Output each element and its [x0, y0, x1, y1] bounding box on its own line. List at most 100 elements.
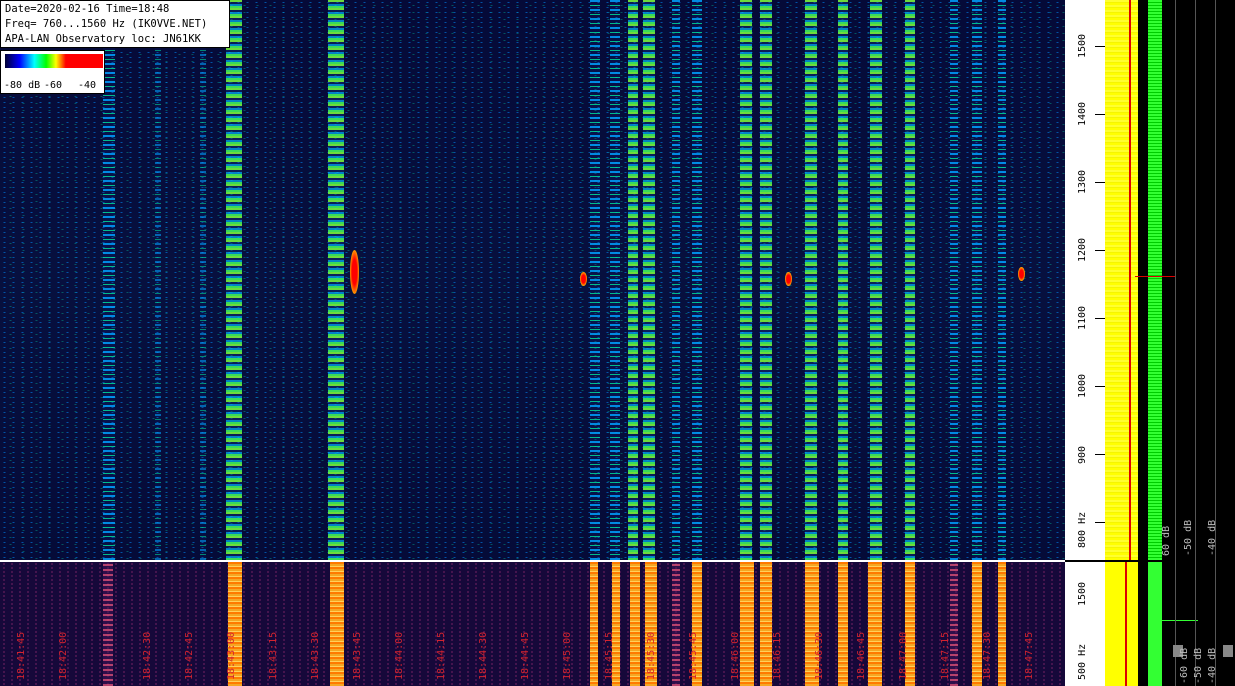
time-label: 18:45:30: [646, 631, 657, 680]
time-label: 18:44:00: [394, 631, 405, 680]
colorbar-label-max: -40: [78, 80, 97, 91]
signal-band: [740, 0, 752, 560]
axis-tick: [1095, 386, 1105, 387]
freq-tick-label: 1200: [1077, 237, 1088, 262]
spectrum-trace-green: [1148, 0, 1162, 560]
meteor-echo: [350, 250, 359, 294]
signal-band: [950, 0, 958, 560]
average-trace-red: [1129, 0, 1131, 560]
signal-band: [760, 562, 772, 686]
signal-band: [740, 562, 754, 686]
db-gridline: [1195, 0, 1196, 686]
peak-marker: [1135, 276, 1175, 277]
signal-band: [905, 0, 915, 560]
time-label: 18:44:45: [520, 631, 531, 680]
signal-band: [330, 562, 344, 686]
signal-band: [643, 0, 655, 560]
signal-band: [972, 0, 982, 560]
signal-band: [972, 562, 982, 686]
freq-tick-label: 1300: [1077, 169, 1088, 194]
time-label: 18:47:15: [940, 631, 951, 680]
signal-band: [998, 562, 1006, 686]
signal-band: [868, 562, 882, 686]
spectrum-panel: 1500 1400 1300 1200 1100 1000 900 800 Hz…: [1065, 0, 1235, 686]
frequency-line: Freq= 760...1560 Hz (IK0VVE.NET): [5, 18, 208, 30]
signal-band: [838, 562, 848, 686]
spectrum-trace-yellow: [1105, 562, 1138, 686]
axis-tick: [1095, 250, 1105, 251]
date-time-line: Date=2020-02-16 Time=18:48: [5, 3, 170, 15]
time-label: 18:43:30: [310, 631, 321, 680]
db-gridline: [1215, 0, 1216, 686]
signal-band: [590, 562, 598, 686]
time-label: 18:41:45: [16, 631, 27, 680]
time-label: 18:42:45: [184, 631, 195, 680]
observatory-line: APA-LAN Observatory loc: JN61KK: [5, 33, 201, 45]
signal-band: [226, 0, 242, 560]
colorbar-legend: -80 dB -60 -40: [0, 50, 105, 94]
meteor-echo: [580, 272, 587, 286]
time-label: 18:44:15: [436, 631, 447, 680]
signal-band: [610, 0, 620, 560]
axis-tick: [1095, 46, 1105, 47]
db-label: -50 dB: [1183, 519, 1194, 556]
time-label: 18:46:00: [730, 631, 741, 680]
time-label: 18:46:15: [772, 631, 783, 680]
freq-tick-label: 1000: [1077, 373, 1088, 398]
time-label: 18:43:00: [226, 631, 237, 680]
signal-band: [200, 0, 206, 560]
time-label: 18:42:30: [142, 631, 153, 680]
signal-band: [838, 0, 848, 560]
time-label: 18:45:15: [604, 631, 615, 680]
time-label: 18:43:45: [352, 631, 363, 680]
freq-tick-label: 1400: [1077, 101, 1088, 126]
time-label: 18:45:00: [562, 631, 573, 680]
axis-tick: [1095, 522, 1105, 523]
db-label: -40 dB: [1207, 647, 1218, 684]
meteor-echo: [1018, 267, 1025, 281]
signal-band: [692, 0, 702, 560]
signal-band: [805, 0, 817, 560]
freq-tick-label: 1100: [1077, 305, 1088, 330]
spectrum-trace-green: [1148, 562, 1162, 686]
time-label: 18:47:30: [982, 631, 993, 680]
db-label: -40 dB: [1207, 519, 1218, 556]
frequency-axis: 1500 1400 1300 1200 1100 1000 900 800 Hz: [1065, 0, 1105, 560]
signal-band: [760, 0, 772, 560]
peak-marker: [1160, 620, 1198, 621]
axis-tick: [1095, 114, 1105, 115]
bottom-frequency-axis: 1500 500 Hz: [1065, 562, 1105, 686]
signal-band: [630, 562, 640, 686]
time-label: 18:45:45: [688, 631, 699, 680]
colorbar-gradient: [5, 54, 103, 68]
time-label: 18:46:30: [814, 631, 825, 680]
station-info-box: Date=2020-02-16 Time=18:48 Freq= 760...1…: [0, 0, 230, 48]
colorbar-label-mid: -60: [44, 80, 63, 91]
db-gridline: [1175, 0, 1176, 686]
signal-band: [590, 0, 600, 560]
time-label: 18:43:15: [268, 631, 279, 680]
colorbar-label-min: -80 dB: [4, 80, 41, 91]
signal-band: [672, 0, 680, 560]
db-label: 60 dB: [1161, 525, 1172, 556]
signal-band: [672, 562, 680, 686]
main-waterfall: [0, 0, 1065, 560]
signal-band: [328, 0, 344, 560]
time-label: 18:46:45: [856, 631, 867, 680]
db-label: -50 dB: [1193, 647, 1204, 684]
meteor-echo: [785, 272, 792, 286]
axis-tick: [1095, 318, 1105, 319]
time-label: 18:47:45: [1024, 631, 1035, 680]
spectrum-trace-yellow: [1105, 0, 1138, 560]
axis-tick: [1095, 182, 1105, 183]
freq-tick-label: 800 Hz: [1077, 511, 1088, 548]
time-label: 18:44:30: [478, 631, 489, 680]
db-label: -60 dB: [1179, 647, 1190, 684]
time-label: 18:47:00: [898, 631, 909, 680]
freq-tick-label: 1500: [1077, 33, 1088, 58]
signal-band: [155, 0, 161, 560]
average-trace-red: [1125, 562, 1127, 686]
signal-band: [103, 562, 113, 686]
axis-tick: [1095, 454, 1105, 455]
signal-band: [628, 0, 638, 560]
